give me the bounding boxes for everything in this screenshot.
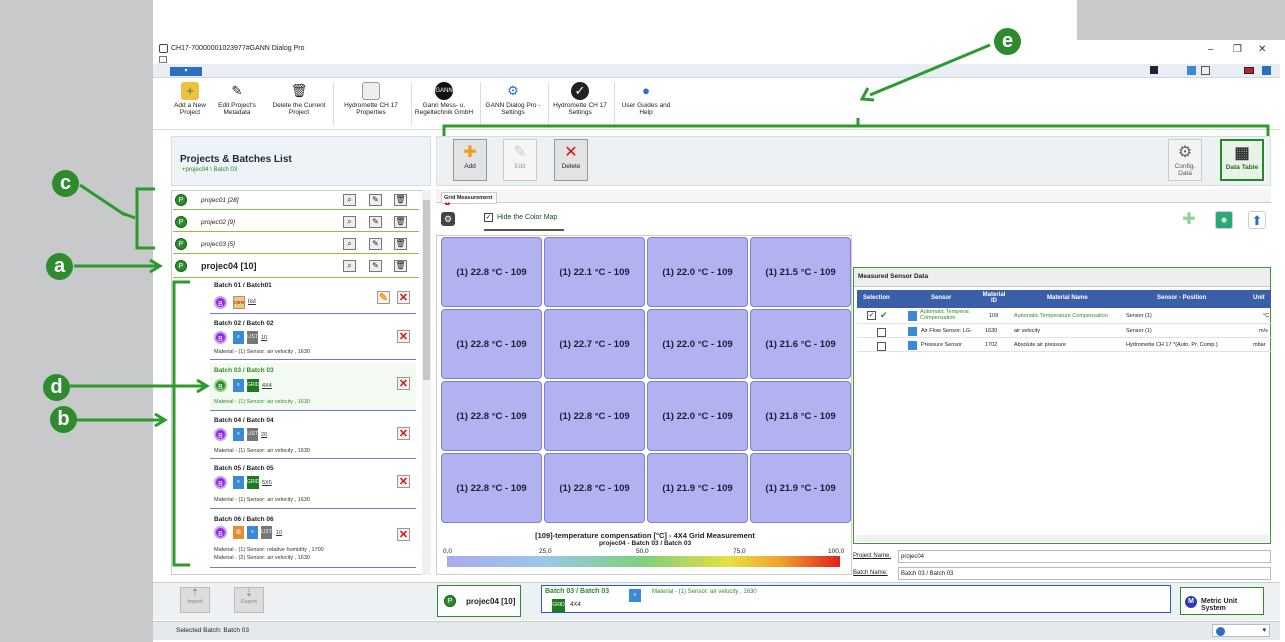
- callout-e: e: [994, 28, 1021, 55]
- callout-c-bracket: [135, 187, 155, 250]
- callout-b: b: [50, 406, 77, 433]
- callout-b-bracket: [172, 280, 190, 567]
- callout-c-line: [79, 183, 126, 217]
- callout-c: c: [52, 170, 79, 197]
- callout-d: d: [43, 374, 70, 401]
- callout-a: a: [46, 253, 73, 280]
- callout-e-bracket: [442, 124, 1270, 136]
- annotation-overlay: [70, 43, 1270, 567]
- callout-e-arrow: [869, 43, 991, 97]
